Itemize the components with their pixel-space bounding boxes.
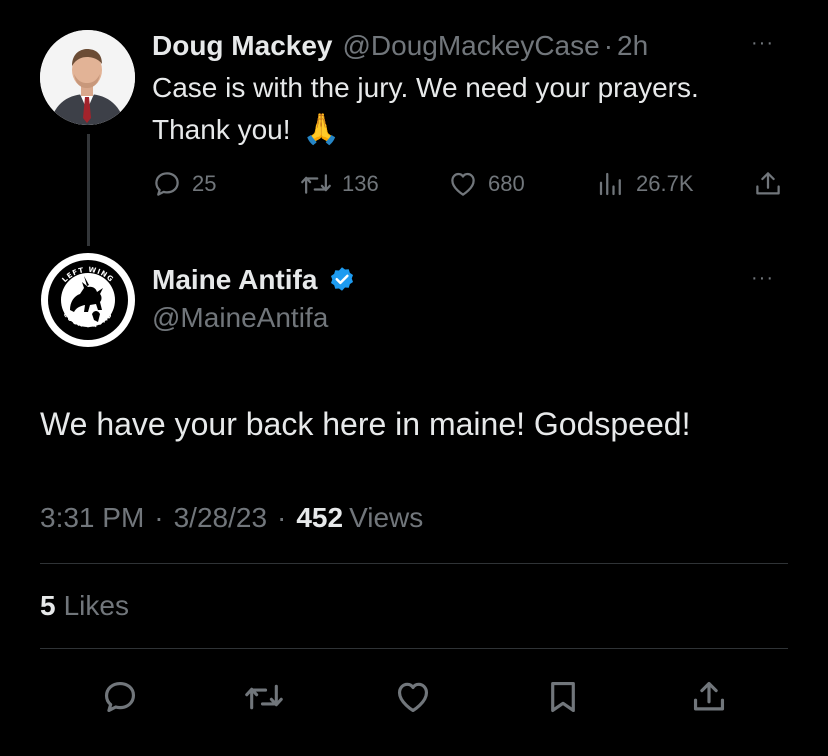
like-count: 680 (488, 171, 525, 196)
retweet-button[interactable] (244, 678, 284, 716)
post-time[interactable]: 2h (617, 30, 648, 62)
reply-count: 25 (192, 171, 217, 196)
more-label: ··· (751, 32, 774, 54)
bookmark-button[interactable] (544, 678, 582, 716)
person-portrait-icon (40, 30, 135, 125)
share-button[interactable] (753, 169, 783, 204)
like-icon (397, 682, 429, 713)
tweet-meta: 3:31 PM · 3/28/23 · 452 Views (40, 500, 423, 536)
views-button[interactable]: 26.7K (596, 169, 694, 199)
retweet-icon (245, 684, 283, 710)
thread-connector-line (87, 134, 90, 246)
doug-mackey-avatar[interactable] (40, 30, 135, 125)
more-icon[interactable]: ··· (751, 32, 774, 55)
text-line-1: Case is with the jury. We need your pray… (152, 72, 699, 103)
tweet-date[interactable]: 3/28/23 (174, 502, 267, 534)
author-handle[interactable]: @DougMackeyCase (343, 30, 600, 62)
bookmark-icon (551, 681, 575, 713)
author-handle[interactable]: @MaineAntifa (152, 302, 328, 334)
views-count: 452 (296, 502, 344, 533)
maine-antifa-avatar[interactable]: LEFT WING CUCK SQUAD (40, 252, 136, 348)
tweet-author-row: Maine Antifa (152, 262, 357, 298)
reply-icon (104, 681, 136, 713)
text-line-2: Thank you! 🙏 (152, 109, 812, 151)
retweet-button[interactable]: 136 (300, 169, 379, 199)
unicorn-badge-icon: LEFT WING CUCK SQUAD (41, 253, 135, 347)
tweet-body: We have your back here in maine! Godspee… (40, 406, 691, 442)
retweet-icon (301, 174, 331, 194)
like-icon (451, 172, 475, 196)
share-icon (693, 681, 725, 711)
reply-button[interactable] (101, 678, 139, 716)
reply-button[interactable]: 25 (152, 169, 216, 199)
author-name[interactable]: Doug Mackey (152, 30, 333, 62)
author-name[interactable]: Maine Antifa (152, 264, 317, 296)
retweet-count: 136 (342, 171, 379, 196)
reply-icon (155, 172, 179, 196)
more-label: ··· (751, 267, 774, 289)
reply-to-text: Case is with the jury. We need your pray… (152, 67, 812, 151)
text-line-2-content: Thank you! (152, 114, 291, 145)
tweet-time[interactable]: 3:31 PM (40, 502, 144, 534)
reply-to-header: Doug Mackey @DougMackeyCase · 2h (152, 28, 648, 64)
divider-top (40, 563, 788, 564)
praying-hands-emoji: 🙏 (302, 113, 340, 146)
views-icon (599, 172, 621, 196)
separator-dot: · (277, 502, 287, 533)
like-button[interactable]: 680 (448, 169, 525, 199)
share-icon (756, 172, 780, 195)
likes-count: 5 (40, 590, 56, 621)
like-button[interactable] (394, 678, 432, 716)
verified-icon (331, 267, 354, 291)
divider-bottom (40, 648, 788, 649)
more-icon[interactable]: ··· (751, 267, 774, 290)
views-count: 26.7K (636, 171, 694, 196)
separator-dot: · (603, 30, 614, 61)
likes-label: Likes (63, 590, 129, 621)
views-label: Views (349, 502, 424, 533)
separator-dot: · (154, 502, 164, 533)
likes-summary[interactable]: 5 Likes (40, 588, 129, 624)
share-button[interactable] (690, 678, 728, 716)
